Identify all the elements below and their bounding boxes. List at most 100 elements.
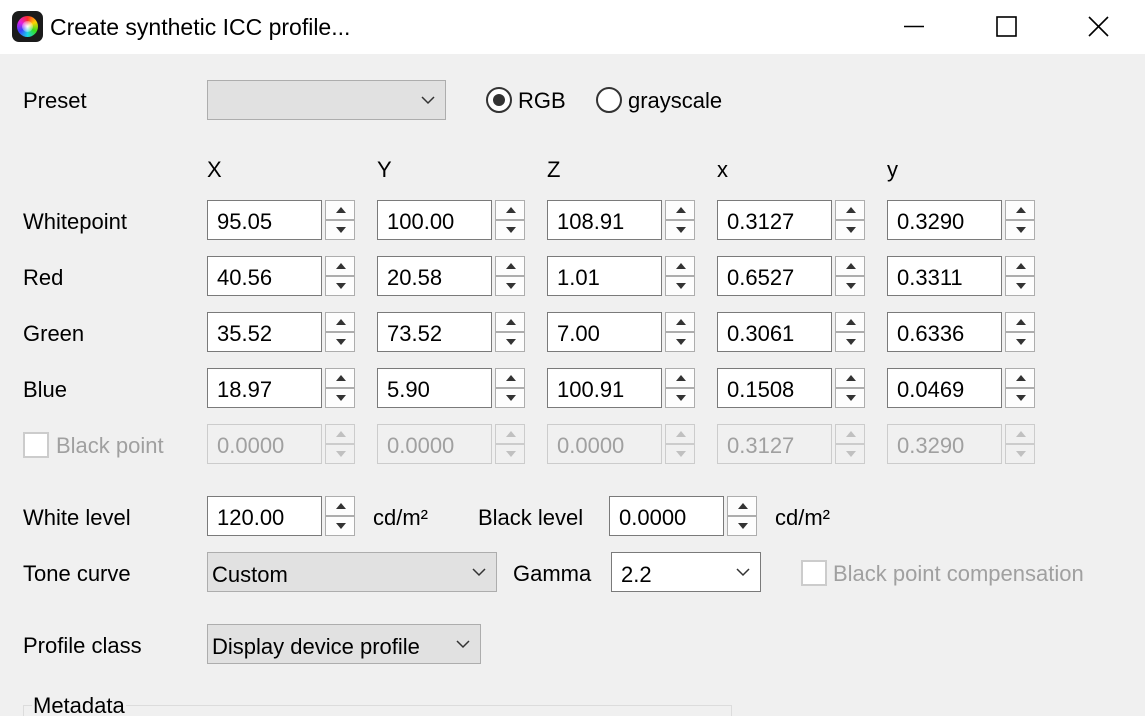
decrement-button[interactable] — [325, 332, 355, 352]
whitepoint-x-lower-spinbox-input[interactable]: 0.3127 — [717, 200, 832, 240]
grayscale-radio-label[interactable]: grayscale — [628, 88, 722, 114]
profile-class-dropdown[interactable]: Display device profile — [207, 624, 481, 664]
increment-button[interactable] — [835, 200, 865, 220]
maximize-button[interactable] — [961, 0, 1053, 54]
blue-X-spinbox-input[interactable]: 18.97 — [207, 368, 322, 408]
blue-x-lower-spinbox[interactable]: 0.1508 — [717, 368, 866, 408]
decrement-button[interactable] — [495, 220, 525, 240]
green-X-spinbox-input[interactable]: 35.52 — [207, 312, 322, 352]
green-x-lower-spinbox[interactable]: 0.3061 — [717, 312, 866, 352]
increment-button[interactable] — [1005, 368, 1035, 388]
increment-button[interactable] — [325, 256, 355, 276]
black-point-compensation-checkbox[interactable] — [801, 560, 827, 586]
decrement-button[interactable] — [665, 220, 695, 240]
black-level-spinbox[interactable]: 0.0000 — [609, 496, 758, 536]
green-X-spinbox[interactable]: 35.52 — [207, 312, 356, 352]
decrement-button[interactable] — [1005, 220, 1035, 240]
whitepoint-X-spinbox-input[interactable]: 95.05 — [207, 200, 322, 240]
whitepoint-Y-spinbox[interactable]: 100.00 — [377, 200, 526, 240]
green-Z-spinbox-input[interactable]: 7.00 — [547, 312, 662, 352]
green-x-lower-spinbox-input[interactable]: 0.3061 — [717, 312, 832, 352]
close-button[interactable] — [1053, 0, 1145, 54]
decrement-button[interactable] — [325, 276, 355, 296]
green-Y-spinbox[interactable]: 73.52 — [377, 312, 526, 352]
increment-button[interactable] — [665, 312, 695, 332]
decrement-button[interactable] — [727, 516, 757, 536]
whitepoint-y-lower-spinbox[interactable]: 0.3290 — [887, 200, 1036, 240]
increment-button[interactable] — [665, 368, 695, 388]
black-level-input[interactable]: 0.0000 — [609, 496, 724, 536]
red-Z-spinbox[interactable]: 1.01 — [547, 256, 696, 296]
decrement-button[interactable] — [835, 276, 865, 296]
red-Y-spinbox-input[interactable]: 20.58 — [377, 256, 492, 296]
black-point-checkbox[interactable] — [23, 432, 49, 458]
increment-button[interactable] — [495, 312, 525, 332]
whitepoint-y-lower-spinbox-input[interactable]: 0.3290 — [887, 200, 1002, 240]
increment-button[interactable] — [325, 496, 355, 516]
increment-button[interactable] — [325, 200, 355, 220]
decrement-button[interactable] — [1005, 388, 1035, 408]
decrement-button[interactable] — [495, 388, 525, 408]
increment-button[interactable] — [835, 312, 865, 332]
decrement-button[interactable] — [495, 276, 525, 296]
blue-Y-spinbox-input[interactable]: 5.90 — [377, 368, 492, 408]
blue-Y-spinbox[interactable]: 5.90 — [377, 368, 526, 408]
grayscale-radio[interactable] — [596, 87, 622, 113]
decrement-button[interactable] — [835, 332, 865, 352]
decrement-button[interactable] — [325, 220, 355, 240]
decrement-button[interactable] — [325, 516, 355, 536]
whitepoint-x-lower-spinbox[interactable]: 0.3127 — [717, 200, 866, 240]
gamma-combobox[interactable]: 2.2 — [611, 552, 761, 592]
decrement-button[interactable] — [665, 388, 695, 408]
decrement-button[interactable] — [1005, 276, 1035, 296]
increment-button[interactable] — [1005, 256, 1035, 276]
green-Z-spinbox[interactable]: 7.00 — [547, 312, 696, 352]
green-y-lower-spinbox-input[interactable]: 0.6336 — [887, 312, 1002, 352]
increment-button[interactable] — [727, 496, 757, 516]
decrement-button[interactable] — [835, 388, 865, 408]
decrement-button[interactable] — [1005, 332, 1035, 352]
blue-Z-spinbox-input[interactable]: 100.91 — [547, 368, 662, 408]
rgb-radio-label[interactable]: RGB — [518, 88, 566, 114]
white-level-spinbox[interactable]: 120.00 — [207, 496, 356, 536]
green-y-lower-spinbox[interactable]: 0.6336 — [887, 312, 1036, 352]
increment-button[interactable] — [495, 200, 525, 220]
red-Z-spinbox-input[interactable]: 1.01 — [547, 256, 662, 296]
increment-button[interactable] — [1005, 312, 1035, 332]
blue-Z-spinbox[interactable]: 100.91 — [547, 368, 696, 408]
increment-button[interactable] — [325, 368, 355, 388]
red-Y-spinbox[interactable]: 20.58 — [377, 256, 526, 296]
increment-button[interactable] — [1005, 200, 1035, 220]
red-x-lower-spinbox-input[interactable]: 0.6527 — [717, 256, 832, 296]
increment-button[interactable] — [665, 256, 695, 276]
decrement-button[interactable] — [495, 332, 525, 352]
minimize-button[interactable] — [869, 0, 961, 54]
red-X-spinbox[interactable]: 40.56 — [207, 256, 356, 296]
gamma-value[interactable]: 2.2 — [621, 562, 652, 588]
green-Y-spinbox-input[interactable]: 73.52 — [377, 312, 492, 352]
whitepoint-Z-spinbox-input[interactable]: 108.91 — [547, 200, 662, 240]
red-y-lower-spinbox[interactable]: 0.3311 — [887, 256, 1036, 296]
increment-button[interactable] — [665, 200, 695, 220]
increment-button[interactable] — [325, 312, 355, 332]
red-x-lower-spinbox[interactable]: 0.6527 — [717, 256, 866, 296]
white-level-input[interactable]: 120.00 — [207, 496, 322, 536]
tone-curve-dropdown[interactable]: Custom — [207, 552, 497, 592]
blue-y-lower-spinbox-input[interactable]: 0.0469 — [887, 368, 1002, 408]
increment-button[interactable] — [495, 368, 525, 388]
red-X-spinbox-input[interactable]: 40.56 — [207, 256, 322, 296]
increment-button[interactable] — [835, 368, 865, 388]
decrement-button[interactable] — [835, 220, 865, 240]
increment-button[interactable] — [495, 256, 525, 276]
increment-button[interactable] — [835, 256, 865, 276]
blue-y-lower-spinbox[interactable]: 0.0469 — [887, 368, 1036, 408]
decrement-button[interactable] — [665, 276, 695, 296]
blue-X-spinbox[interactable]: 18.97 — [207, 368, 356, 408]
decrement-button[interactable] — [325, 388, 355, 408]
whitepoint-X-spinbox[interactable]: 95.05 — [207, 200, 356, 240]
whitepoint-Y-spinbox-input[interactable]: 100.00 — [377, 200, 492, 240]
whitepoint-Z-spinbox[interactable]: 108.91 — [547, 200, 696, 240]
blue-x-lower-spinbox-input[interactable]: 0.1508 — [717, 368, 832, 408]
decrement-button[interactable] — [665, 332, 695, 352]
rgb-radio[interactable] — [486, 87, 512, 113]
